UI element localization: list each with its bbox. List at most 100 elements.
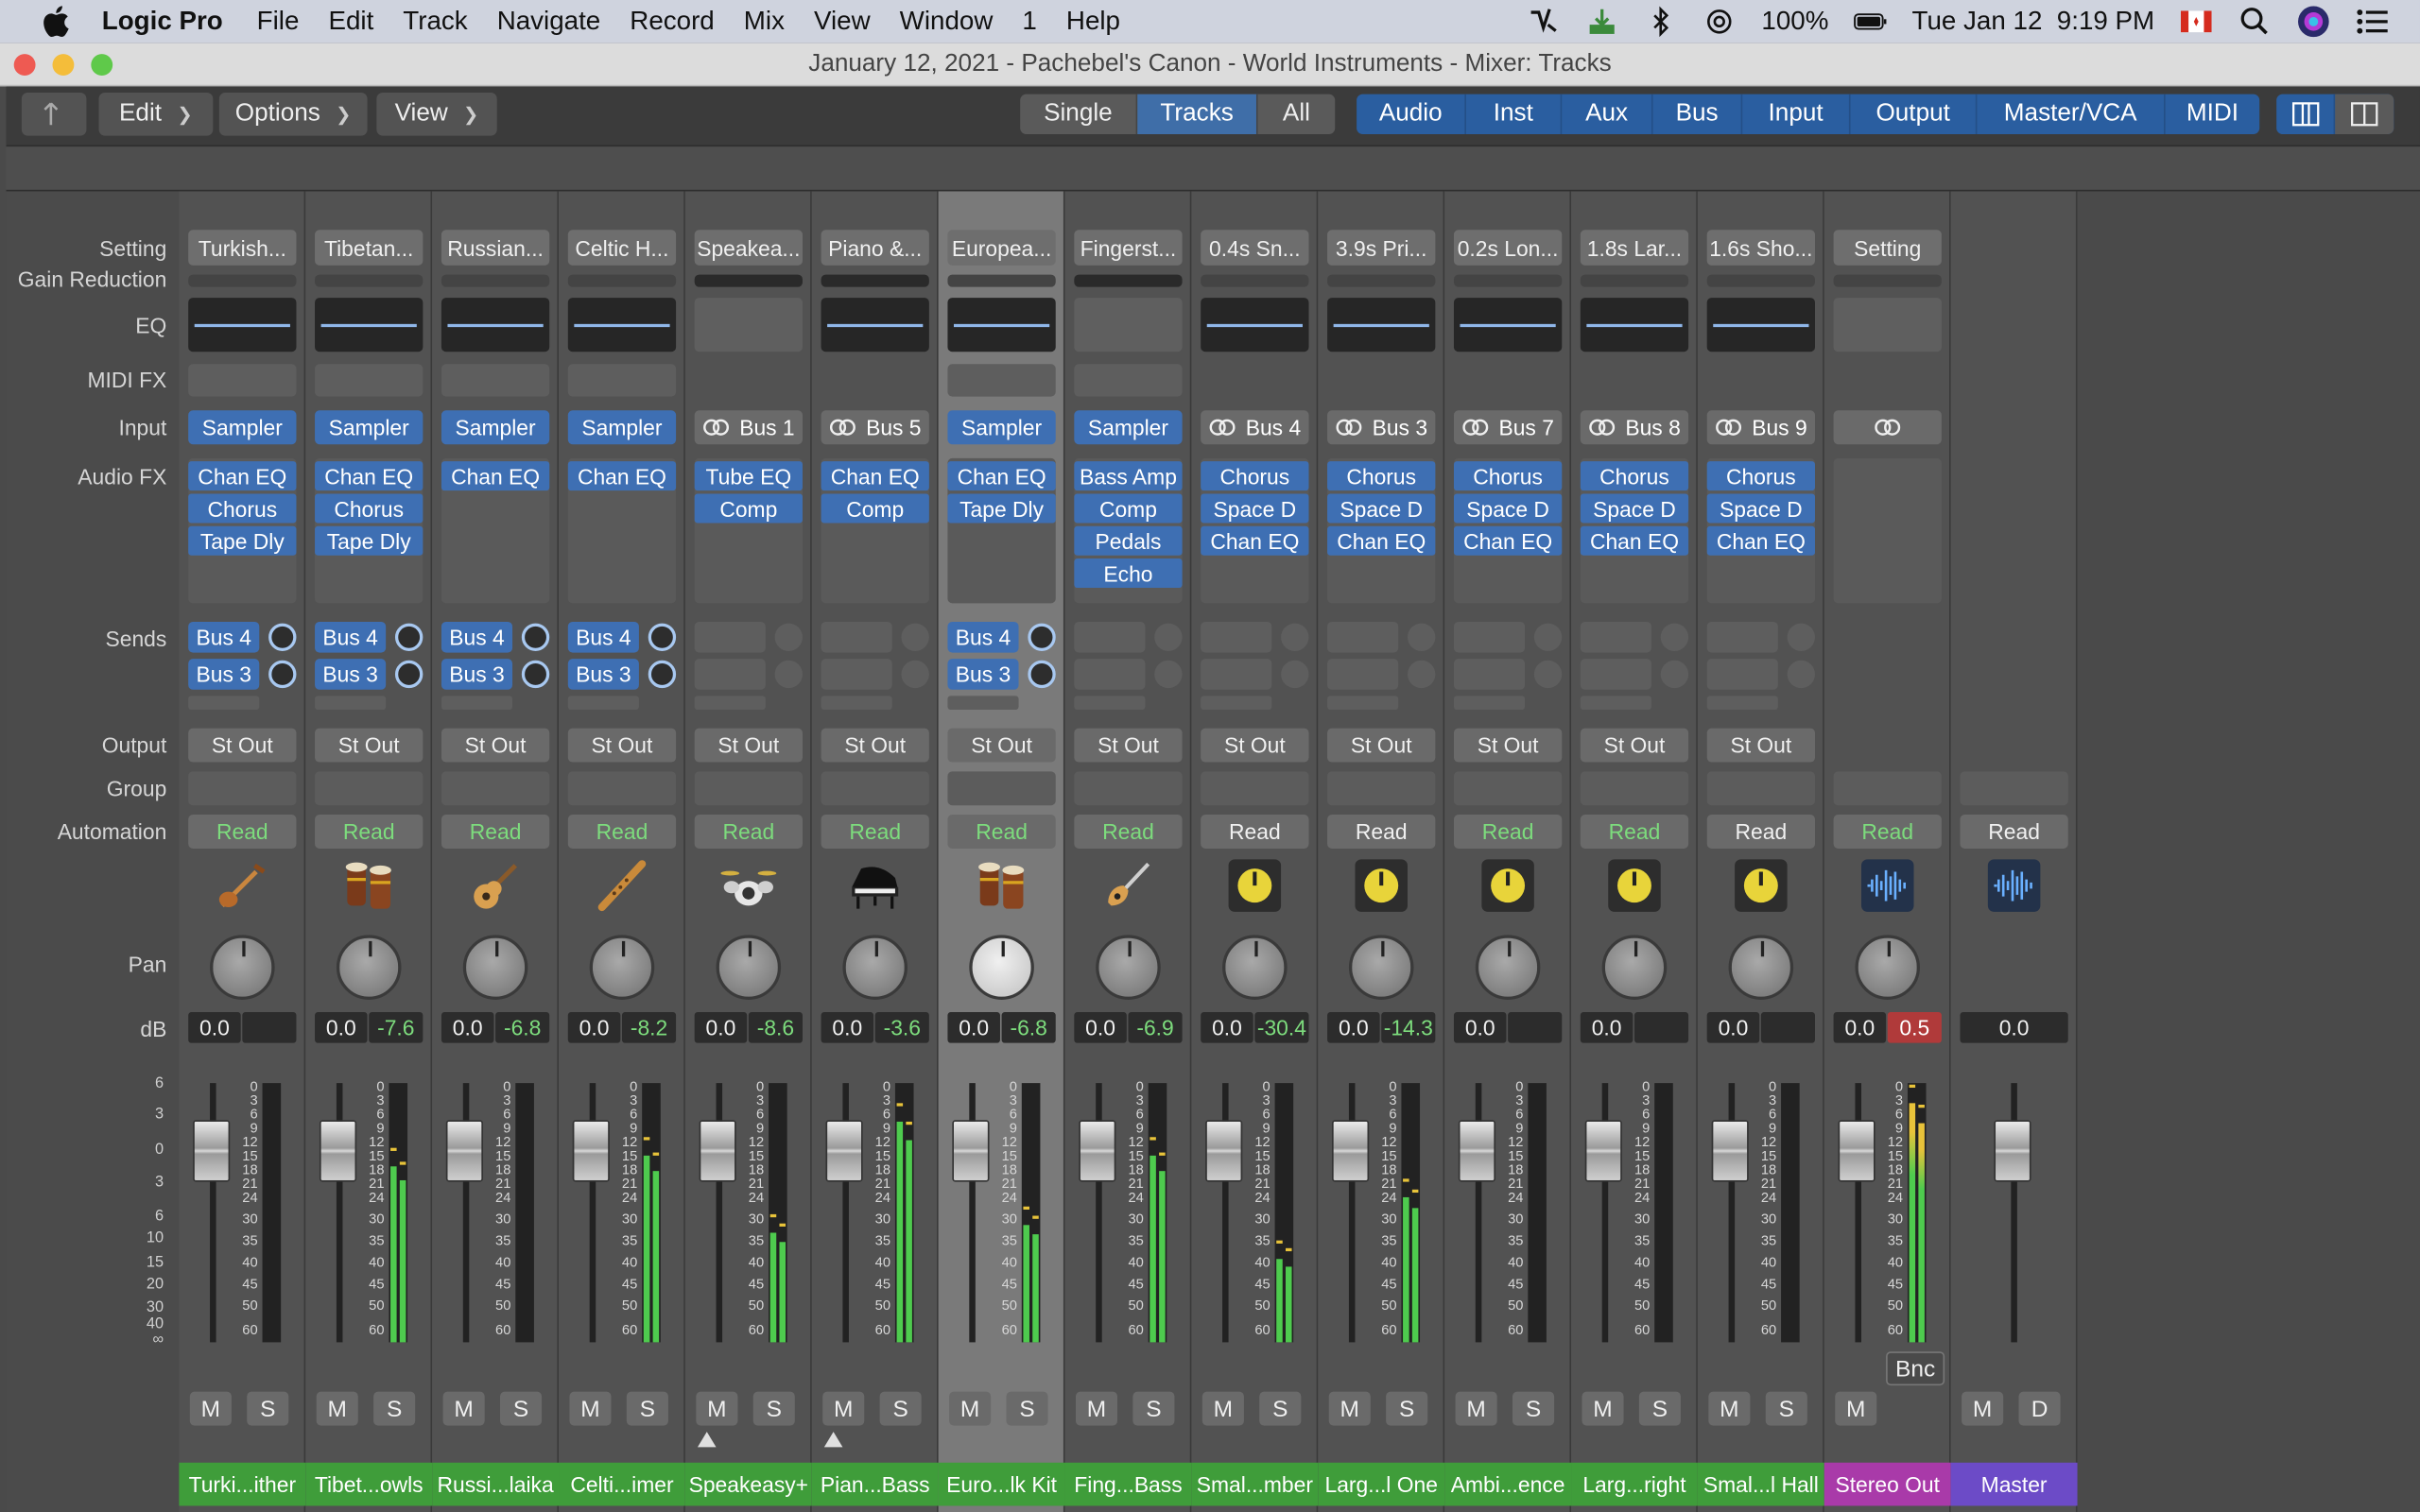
mute-button[interactable]: M [1075,1391,1118,1426]
send-slot[interactable] [1706,659,1778,690]
solo-button[interactable]: S [1132,1391,1175,1426]
audio-fx-slot[interactable]: Chorus [1453,461,1563,491]
filter-master-vca[interactable]: Master/VCA [1977,94,2166,135]
channel-strip[interactable]: 0.4s Sn... Bus 4 Chorus Space D Chan EQ St Ou… [1191,191,1319,1512]
setting-button[interactable]: Fingerst... [1074,230,1183,266]
group-slot[interactable] [315,771,424,806]
piano-icon[interactable] [846,856,905,915]
group-slot[interactable] [1960,771,2068,806]
send-slot[interactable] [1201,621,1272,653]
midi-fx-slot[interactable] [188,364,297,397]
volume-readout[interactable]: 0.0 [1453,1012,1507,1043]
peak-readout[interactable]: 0.5 [1887,1012,1942,1043]
send-level-knob[interactable] [1533,623,1563,651]
pan-knob[interactable] [1601,935,1668,1000]
peak-readout[interactable]: -6.8 [1001,1012,1056,1043]
group-slot[interactable] [441,771,550,806]
output-slot[interactable]: St Out [188,728,297,763]
track-name[interactable]: Turki...ither [179,1462,306,1506]
audio-fx-slot[interactable]: Space D [1201,493,1309,524]
volume-fader[interactable] [572,1120,610,1182]
midi-fx-slot[interactable] [315,364,424,397]
channel-strip[interactable]: 0.2s Lon... Bus 7 Chorus Space D Chan EQ St O… [1444,191,1572,1512]
audio-fx-slot[interactable]: Chan EQ [1327,525,1436,556]
peak-readout[interactable]: -8.2 [621,1012,677,1043]
input-slot[interactable]: Sampler [188,410,297,445]
view-mode-single[interactable]: Single [1020,94,1138,135]
send-level-knob[interactable] [648,623,677,651]
send-slot[interactable] [1074,659,1146,690]
view-menu-button[interactable]: View ❯ [376,92,497,136]
channel-strip[interactable]: 3.9s Pri... Bus 3 Chorus Space D Chan EQ St O… [1318,191,1445,1512]
mute-button[interactable]: M [316,1391,358,1426]
setting-button[interactable]: 1.6s Sho... [1706,230,1815,266]
send-level-knob[interactable] [1407,660,1436,689]
setting-button[interactable]: Russian... [441,230,550,266]
audio-fx-slot[interactable]: Space D [1706,493,1815,524]
narrow-strips-button[interactable] [2276,94,2336,135]
audio-fx-slot[interactable]: Chorus [1327,461,1436,491]
eq-thumbnail[interactable] [947,298,1056,352]
mute-button[interactable]: M [189,1391,232,1426]
volume-fader[interactable] [1584,1120,1622,1182]
send-level-knob[interactable] [1154,660,1183,689]
audio-fx-slot[interactable]: Chorus [1201,461,1309,491]
input-slot[interactable]: Bus 3 [1327,410,1436,445]
setting-button[interactable]: Turkish... [188,230,297,266]
midi-fx-slot[interactable] [1074,364,1183,397]
send-level-knob[interactable] [1407,623,1436,651]
send-slot[interactable]: Bus 3 [315,659,387,690]
solo-button[interactable]: S [626,1391,668,1426]
bluetooth-icon[interactable] [1644,6,1678,38]
send-slot[interactable]: Bus 4 [188,621,260,653]
airplay-icon[interactable] [1703,7,1737,38]
menu-view[interactable]: View [814,7,871,38]
send-level-knob[interactable] [1660,660,1689,689]
automation-mode-button[interactable]: Read [821,815,929,849]
solo-button[interactable]: S [752,1391,795,1426]
pan-knob[interactable] [589,935,655,1000]
menu-window[interactable]: Window [900,7,994,38]
output-slot[interactable]: St Out [1074,728,1183,763]
mute-button[interactable]: M [822,1391,865,1426]
track-name[interactable]: Tibet...owls [305,1462,433,1506]
send-slot[interactable] [1327,659,1399,690]
input-slot[interactable]: Sampler [441,410,550,445]
volume-readout[interactable]: 0.0 [441,1012,494,1043]
group-slot[interactable] [1580,771,1689,806]
pan-knob[interactable] [1728,935,1794,1000]
folder-disclosure-icon[interactable] [823,1432,843,1448]
eq-thumbnail[interactable] [1074,298,1183,352]
volume-fader[interactable] [1458,1120,1496,1182]
group-slot[interactable] [188,771,297,806]
eq-thumbnail[interactable] [1201,298,1309,352]
setting-button[interactable]: Celtic H... [567,230,677,266]
peak-readout[interactable] [1634,1012,1689,1043]
track-name[interactable]: Russi...laika [432,1462,560,1506]
input-slot[interactable]: Sampler [567,410,677,445]
input-slot[interactable]: Bus 5 [821,410,929,445]
audio-fx-slot[interactable]: Chan EQ [821,461,929,491]
pan-knob[interactable] [1222,935,1288,1000]
audio-fx-slot[interactable]: Tape Dly [947,493,1056,524]
output-slot[interactable]: St Out [694,728,803,763]
peak-readout[interactable]: -7.6 [369,1012,424,1043]
volume-readout[interactable]: 0.0 [1833,1012,1887,1043]
setting-button[interactable]: Speakea... [694,230,803,266]
setting-button[interactable]: Tibetan... [315,230,424,266]
menu-screenset[interactable]: 1 [1022,7,1036,38]
automation-mode-button[interactable]: Read [441,815,550,849]
send-slot-empty[interactable] [315,696,387,711]
solo-button[interactable]: S [247,1391,289,1426]
pan-knob[interactable] [462,935,528,1000]
menu-file[interactable]: File [257,7,300,38]
volume-fader[interactable] [1079,1120,1116,1182]
output-slot[interactable]: St Out [567,728,677,763]
apple-icon[interactable] [37,2,77,42]
audio-fx-slot[interactable]: Tape Dly [188,525,297,556]
eq-thumbnail[interactable] [441,298,550,352]
mute-button[interactable]: M [1582,1391,1624,1426]
audio-fx-slot[interactable]: Chan EQ [947,461,1056,491]
volume-readout[interactable]: 0.0 [315,1012,368,1043]
aux-knob-icon[interactable] [1225,856,1284,915]
